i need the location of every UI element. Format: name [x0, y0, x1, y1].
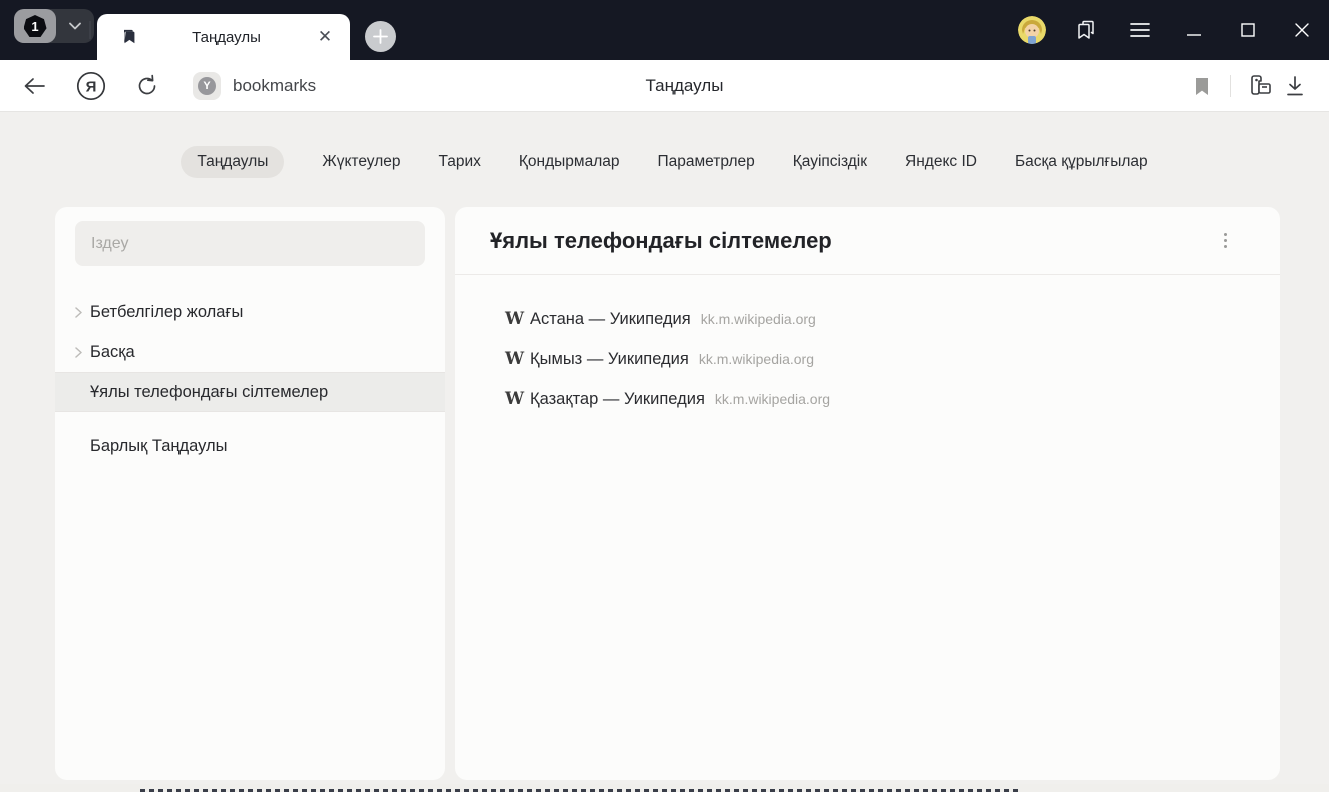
nav-tab-downloads[interactable]: Жүктеулер — [322, 146, 400, 178]
sidebar-item-label: Басқа — [90, 343, 135, 362]
tab-title: Таңдаулы — [139, 29, 314, 46]
bookmark-item[interactable]: W Қазақтар — Уикипедия kk.m.wikipedia.or… — [455, 379, 1280, 419]
chevron-right-icon[interactable] — [75, 307, 90, 318]
menu-icon[interactable] — [1113, 0, 1167, 60]
bookmarks-main-panel: Ұялы телефондағы сілтемелер W Астана — У… — [455, 207, 1280, 780]
search-input[interactable] — [75, 221, 425, 266]
downloads-icon[interactable] — [1277, 68, 1313, 104]
svg-text:Я: Я — [86, 78, 97, 95]
sidebar-item-label: Ұялы телефондағы сілтемелер — [90, 383, 328, 402]
bookmark-title: Астана — Уикипедия — [530, 310, 691, 329]
address-bar-url[interactable]: bookmarks — [233, 76, 316, 96]
profile-avatar[interactable] — [1005, 0, 1059, 60]
nav-tab-other-devices[interactable]: Басқа құрылғылар — [1015, 146, 1148, 178]
bookmark-title: Қазақтар — Уикипедия — [530, 390, 705, 409]
page-favicon: Y — [193, 72, 221, 100]
tab-counter-control[interactable]: 1 — [14, 9, 94, 43]
tab-count-value: 1 — [24, 15, 47, 37]
bookmark-title: Қымыз — Уикипедия — [530, 350, 689, 369]
bookmark-list: W Астана — Уикипедия kk.m.wikipedia.org … — [455, 275, 1280, 419]
sidebar-item-other[interactable]: Басқа — [55, 332, 445, 372]
sidebar-item-all-bookmarks[interactable]: Барлық Таңдаулы — [55, 426, 445, 466]
side-panels-icon[interactable] — [1059, 0, 1113, 60]
wikipedia-favicon: W — [505, 349, 530, 369]
taskbar-edge — [0, 784, 1329, 792]
favicon-letter: Y — [198, 77, 216, 95]
toolbar-actions — [1184, 60, 1329, 112]
new-tab-button[interactable] — [365, 21, 396, 52]
nav-tab-security[interactable]: Қауіпсіздік — [793, 146, 867, 178]
refresh-icon[interactable] — [129, 68, 165, 104]
bookmark-item[interactable]: W Астана — Уикипедия kk.m.wikipedia.org — [455, 299, 1280, 339]
avatar — [1018, 16, 1046, 44]
toolbar: Я Y bookmarks Таңдаулы — [0, 60, 1329, 112]
password-manager-icon[interactable] — [1241, 68, 1277, 104]
folder-tree: Бетбелгілер жолағы Басқа Ұялы телефондағ… — [55, 292, 445, 466]
bookmarks-sidebar: Бетбелгілер жолағы Басқа Ұялы телефондағ… — [55, 207, 445, 780]
nav-tab-history[interactable]: Тарих — [438, 146, 480, 178]
folder-title: Ұялы телефондағы сілтемелер — [490, 228, 1210, 254]
nav-tab-bookmarks[interactable]: Таңдаулы — [181, 146, 284, 178]
panels: Бетбелгілер жолағы Басқа Ұялы телефондағ… — [55, 207, 1280, 780]
nav-tab-settings[interactable]: Параметрлер — [657, 146, 754, 178]
browser-window: 1 Таңдаулы ✕ — [0, 0, 1329, 792]
bookmark-url: kk.m.wikipedia.org — [715, 391, 830, 407]
sidebar-item-mobile-links[interactable]: Ұялы телефондағы сілтемелер — [55, 372, 445, 412]
close-window-button[interactable] — [1275, 0, 1329, 60]
minimize-button[interactable] — [1167, 0, 1221, 60]
sidebar-item-label: Барлық Таңдаулы — [90, 437, 228, 456]
bookmark-url: kk.m.wikipedia.org — [699, 351, 814, 367]
nav-tab-extensions[interactable]: Қондырмалар — [519, 146, 620, 178]
nav-tab-yandex-id[interactable]: Яндекс ID — [905, 146, 977, 178]
bookmark-tab-icon — [119, 27, 139, 47]
address-bar-page-title: Таңдаулы — [646, 60, 724, 112]
titlebar: 1 Таңдаулы ✕ — [0, 0, 1329, 60]
tab-separator — [89, 21, 91, 39]
sidebar-item-bookmarks-bar[interactable]: Бетбелгілер жолағы — [55, 292, 445, 332]
wikipedia-favicon: W — [505, 389, 530, 409]
yandex-logo-button[interactable]: Я — [73, 68, 109, 104]
bookmark-flag-icon[interactable] — [1184, 68, 1220, 104]
bookmark-item[interactable]: W Қымыз — Уикипедия kk.m.wikipedia.org — [455, 339, 1280, 379]
bookmarks-page: Таңдаулы Жүктеулер Тарих Қондырмалар Пар… — [0, 112, 1329, 784]
wikipedia-favicon: W — [505, 309, 530, 329]
browser-tab-bookmarks[interactable]: Таңдаулы ✕ — [97, 14, 350, 60]
tab-count-badge[interactable]: 1 — [14, 9, 56, 43]
back-button[interactable] — [17, 68, 53, 104]
folder-header: Ұялы телефондағы сілтемелер — [455, 207, 1280, 275]
toolbar-divider — [1230, 75, 1231, 97]
sidebar-item-label: Бетбелгілер жолағы — [90, 303, 243, 322]
titlebar-actions — [1005, 0, 1329, 60]
settings-nav: Таңдаулы Жүктеулер Тарих Қондырмалар Пар… — [0, 112, 1329, 178]
chevron-right-icon[interactable] — [75, 347, 90, 358]
maximize-button[interactable] — [1221, 0, 1275, 60]
close-tab-icon[interactable]: ✕ — [314, 26, 336, 48]
bookmark-url: kk.m.wikipedia.org — [701, 311, 816, 327]
kebab-menu-icon[interactable] — [1210, 226, 1240, 256]
